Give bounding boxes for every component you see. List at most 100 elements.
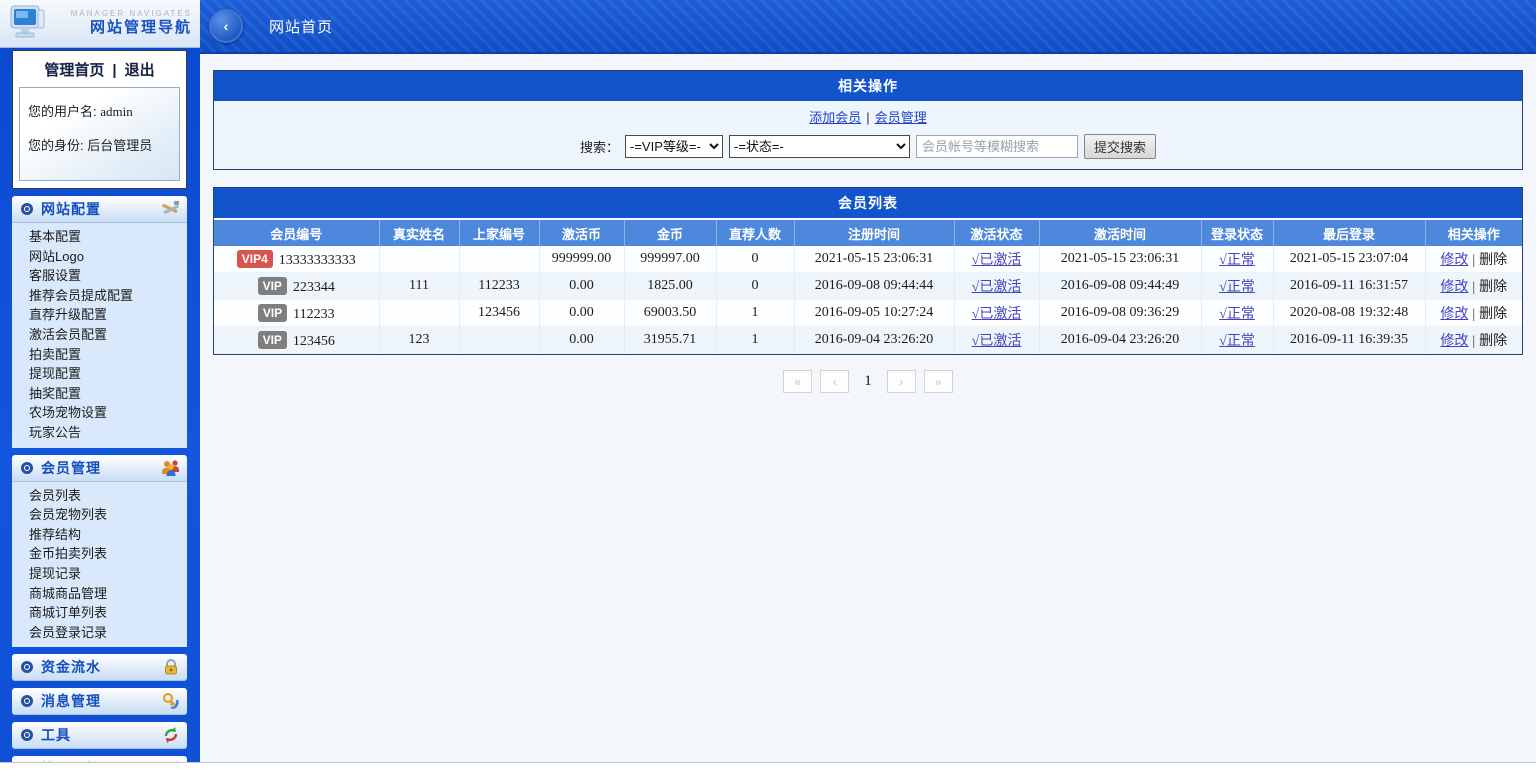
sidebar-item[interactable]: 推荐结构 (12, 525, 187, 545)
activation-time-cell: 2021-05-15 23:06:31 (1039, 246, 1201, 273)
sidebar-item-list: 基本配置网站Logo客服设置推荐会员提成配置直荐升级配置激活会员配置拍卖配置提现… (12, 223, 187, 448)
sidebar-item[interactable]: 会员宠物列表 (12, 505, 187, 525)
username-line: 您的用户名: admin (28, 101, 171, 120)
sidebar-item[interactable]: 提现配置 (12, 364, 187, 384)
sidebar-section-header-4[interactable]: 工具 (12, 722, 187, 749)
tools-icon (160, 199, 182, 219)
gold-coin-cell: 31955.71 (624, 327, 716, 354)
real-name-cell: 111 (379, 273, 459, 300)
edit-link[interactable]: 修改 (1440, 280, 1468, 295)
role-label: 您的身份: (28, 138, 84, 153)
sidebar-item[interactable]: 推荐会员提成配置 (12, 286, 187, 306)
delete-link[interactable]: 删除 (1479, 307, 1507, 322)
search-row: 搜索： -=VIP等级=- -=状态=- 提交搜索 (214, 128, 1522, 169)
login-status-cell: √正常 (1201, 300, 1273, 327)
sidebar-item[interactable]: 提现记录 (12, 564, 187, 584)
search-input[interactable] (916, 135, 1078, 158)
submit-search-button[interactable]: 提交搜索 (1084, 134, 1156, 159)
operations-panel: 相关操作 添加会员 | 会员管理 搜索： -=VIP等级=- -=状态=- 提交搜索 (213, 70, 1523, 170)
sidebar-item[interactable]: 抽奖配置 (12, 384, 187, 404)
column-header: 注册时间 (794, 219, 954, 246)
activation-status-link[interactable]: √已激活 (972, 280, 1022, 295)
column-header: 上家编号 (459, 219, 539, 246)
delete-link[interactable]: 删除 (1479, 334, 1507, 349)
operations-cell: 修改|删除 (1425, 300, 1522, 327)
sidebar-item[interactable]: 激活会员配置 (12, 325, 187, 345)
sidebar-section: 消息管理 (12, 688, 187, 715)
parent-id-cell (459, 327, 539, 354)
sidebar-item[interactable]: 客服设置 (12, 266, 187, 286)
logout-link[interactable]: 退出 (125, 62, 155, 79)
pagination-current-page: 1 (864, 373, 872, 390)
sidebar-item[interactable]: 拍卖配置 (12, 345, 187, 365)
sidebar-section-header-2[interactable]: 资金流水 (12, 654, 187, 681)
table-header-row: 会员编号真实姓名上家编号激活币金币直荐人数注册时间激活状态激活时间登录状态最后登… (214, 219, 1522, 246)
sidebar-section-header-5[interactable]: 管理员帐号 (12, 756, 187, 762)
add-member-link[interactable]: 添加会员 (809, 110, 861, 125)
edit-icon (160, 759, 182, 762)
login-status-cell: √正常 (1201, 246, 1273, 273)
back-button[interactable]: ‹ (209, 9, 243, 43)
register-time-cell: 2021-05-15 23:06:31 (794, 246, 954, 273)
member-id: 13333333333 (279, 253, 356, 268)
activation-status-link[interactable]: √已激活 (972, 253, 1022, 268)
login-status-link[interactable]: √正常 (1219, 253, 1255, 268)
referral-count-cell: 1 (716, 327, 794, 354)
sidebar-item[interactable]: 直荐升级配置 (12, 305, 187, 325)
sidebar-item[interactable]: 农场宠物设置 (12, 403, 187, 423)
edit-link[interactable]: 修改 (1440, 334, 1468, 349)
status-select[interactable]: -=状态=- (729, 135, 910, 158)
pagination-last-button[interactable]: » (924, 370, 953, 393)
activation-status-link[interactable]: √已激活 (972, 334, 1022, 349)
sidebar-item[interactable]: 网站Logo (12, 247, 187, 267)
login-status-link[interactable]: √正常 (1219, 307, 1255, 322)
sidebar-section: 工具 (12, 722, 187, 749)
pagination-first-button[interactable]: « (783, 370, 812, 393)
vip-badge: VIP (258, 277, 287, 295)
brand-text: MANAGER NAVIGATES 网站管理导航 (71, 9, 192, 38)
sidebar-item[interactable]: 会员列表 (12, 486, 187, 506)
operations-panel-title: 相关操作 (214, 71, 1522, 101)
login-status-link[interactable]: √正常 (1219, 334, 1255, 349)
sidebar-item[interactable]: 基本配置 (12, 227, 187, 247)
edit-link[interactable]: 修改 (1440, 307, 1468, 322)
sidebar-item[interactable]: 金币拍卖列表 (12, 544, 187, 564)
activation-time-cell: 2016-09-04 23:26:20 (1039, 327, 1201, 354)
links-separator: | (866, 110, 869, 125)
account-header: 管理首页|退出 (13, 51, 186, 87)
role-value: 后台管理员 (87, 138, 152, 153)
table-row: VIP1234561230.0031955.7112016-09-04 23:2… (214, 327, 1522, 354)
parent-id-cell (459, 246, 539, 273)
member-id-cell: VIP123456 (214, 327, 379, 354)
edit-link[interactable]: 修改 (1440, 253, 1468, 268)
sidebar-section-header-0[interactable]: 网站配置 (12, 196, 187, 223)
last-login-cell: 2016-09-11 16:31:57 (1273, 273, 1425, 300)
sidebar-item[interactable]: 商城商品管理 (12, 584, 187, 604)
column-header: 直荐人数 (716, 219, 794, 246)
account-info: 您的用户名: admin 您的身份: 后台管理员 (19, 87, 180, 181)
vip-level-select[interactable]: -=VIP等级=- (625, 135, 723, 158)
sidebar-section-header-3[interactable]: 消息管理 (12, 688, 187, 715)
delete-link[interactable]: 删除 (1479, 253, 1507, 268)
delete-link[interactable]: 删除 (1479, 280, 1507, 295)
sidebar-sections: 网站配置基本配置网站Logo客服设置推荐会员提成配置直荐升级配置激活会员配置拍卖… (0, 196, 200, 762)
activation-coin-cell: 0.00 (539, 273, 624, 300)
login-status-link[interactable]: √正常 (1219, 280, 1255, 295)
pagination-prev-button[interactable]: ‹ (820, 370, 849, 393)
section-bullet-icon (21, 462, 33, 474)
operations-cell: 修改|删除 (1425, 327, 1522, 354)
operations-cell: 修改|删除 (1425, 246, 1522, 273)
pagination-next-button[interactable]: › (887, 370, 916, 393)
member-manage-link[interactable]: 会员管理 (875, 110, 927, 125)
real-name-cell: 123 (379, 327, 459, 354)
activation-status-link[interactable]: √已激活 (972, 307, 1022, 322)
sidebar-section-title: 消息管理 (41, 691, 160, 711)
sidebar-item[interactable]: 商城订单列表 (12, 603, 187, 623)
sidebar-item[interactable]: 玩家公告 (12, 423, 187, 443)
column-header: 登录状态 (1201, 219, 1273, 246)
admin-home-link[interactable]: 管理首页 (44, 62, 104, 79)
sidebar-item[interactable]: 会员登录记录 (12, 623, 187, 643)
sidebar-section-header-1[interactable]: 会员管理 (12, 455, 187, 482)
activation-time-cell: 2016-09-08 09:36:29 (1039, 300, 1201, 327)
parent-id-cell: 123456 (459, 300, 539, 327)
